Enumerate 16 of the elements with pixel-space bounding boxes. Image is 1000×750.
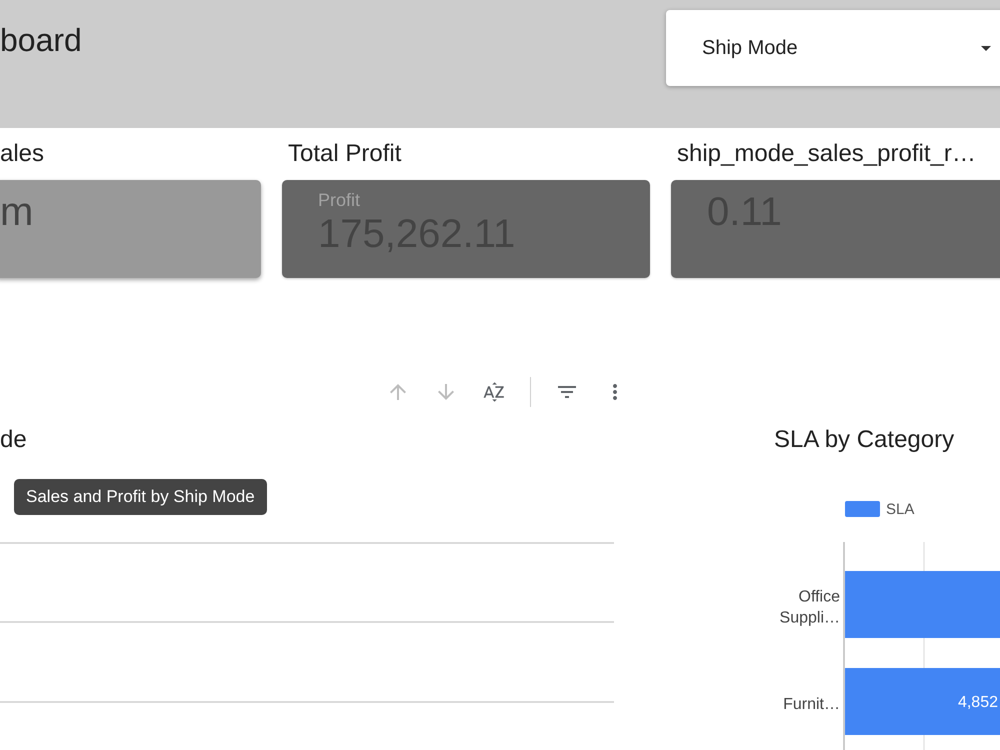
chart-title: SLA by Category xyxy=(774,426,954,454)
sort-alpha-icon[interactable] xyxy=(482,380,506,404)
category-label: Furnit… xyxy=(783,696,840,713)
caret-icon xyxy=(981,46,991,50)
page-title: board xyxy=(0,22,82,58)
category-label: Office Suppli… xyxy=(780,588,840,626)
kpi-title: ales xyxy=(0,140,44,168)
bar-value-label: 4,852 xyxy=(958,694,998,711)
chart-title: de xyxy=(0,426,27,454)
kpi-title: ship_mode_sales_profit_r… xyxy=(676,140,976,168)
tooltip: Sales and Profit by Ship Mode xyxy=(14,479,267,515)
kpi-value: m xyxy=(0,190,34,234)
legend-label: SLA xyxy=(886,500,914,518)
kpi-title: Total Profit xyxy=(287,140,402,168)
kpi-label: Profit xyxy=(318,190,360,210)
ship-mode-dropdown[interactable]: Ship Mode xyxy=(666,10,1000,86)
